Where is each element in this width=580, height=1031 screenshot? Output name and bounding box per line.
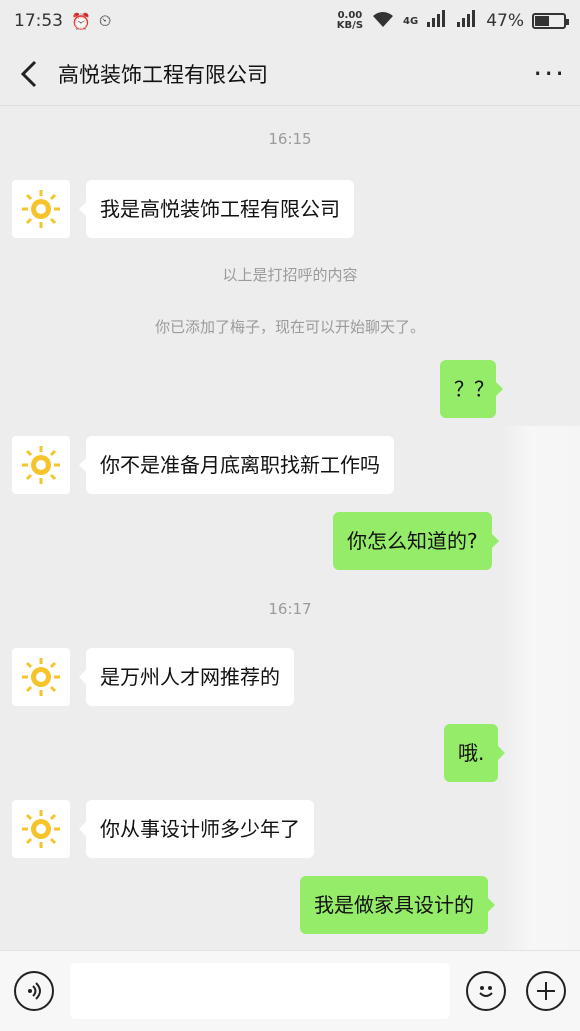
message-bubble-outgoing[interactable]: 我是做家具设计的 xyxy=(300,876,495,934)
voice-button[interactable] xyxy=(14,971,54,1011)
network-speed: 0.00 KB/S xyxy=(337,11,363,31)
notification-icon: ⏲ xyxy=(98,11,112,30)
message-bubble-outgoing[interactable]: ？？ xyxy=(440,360,503,418)
more-dots-icon: ··· xyxy=(533,57,566,90)
network-speed-unit: KB/S xyxy=(336,20,364,31)
sun-avatar-icon xyxy=(22,446,60,484)
alarm-icon: ⏰ xyxy=(71,11,91,31)
battery-percent: 47% xyxy=(486,11,524,31)
emoji-button[interactable] xyxy=(466,971,506,1011)
network-type: 4G xyxy=(403,15,419,27)
back-button[interactable] xyxy=(14,59,44,89)
chat-area[interactable]: 16:15 我是高悦装饰工程有限公司 以上是打招呼的内容 你已添加了梅子，现在可… xyxy=(0,106,580,1031)
battery-icon xyxy=(532,13,569,29)
message-bubble-incoming[interactable]: 你从事设计师多少年了 xyxy=(79,800,314,858)
message-bubble-incoming[interactable]: 你不是准备月底离职找新工作吗 xyxy=(79,436,394,494)
message-bubble-incoming[interactable]: 我是高悦装饰工程有限公司 xyxy=(79,180,354,238)
system-message: 以上是打招呼的内容 xyxy=(222,266,358,284)
plus-button[interactable] xyxy=(526,971,566,1011)
chevron-left-icon xyxy=(20,60,37,87)
avatar[interactable] xyxy=(12,180,70,238)
privacy-mask xyxy=(500,426,580,1031)
timestamp: 16:17 xyxy=(268,600,312,618)
status-bar: 17:53 ⏰ ⏲ 0.00 KB/S 4G 47% xyxy=(0,0,580,42)
avatar[interactable] xyxy=(12,436,70,494)
sun-avatar-icon xyxy=(22,658,60,696)
message-input[interactable] xyxy=(70,963,450,1019)
more-button[interactable]: ··· xyxy=(533,57,566,90)
wifi-icon xyxy=(371,10,395,33)
status-time: 17:53 xyxy=(14,11,63,31)
message-bubble-incoming[interactable]: 是万州人才网推荐的 xyxy=(79,648,294,706)
message-bubble-outgoing[interactable]: 哦. xyxy=(444,724,506,782)
input-bar xyxy=(0,950,580,1031)
sun-avatar-icon xyxy=(22,190,60,228)
system-message: 你已添加了梅子，现在可以开始聊天了。 xyxy=(154,318,425,336)
message-bubble-outgoing[interactable]: 你怎么知道的? xyxy=(333,512,499,570)
emoji-icon xyxy=(479,986,493,997)
avatar[interactable] xyxy=(12,800,70,858)
plus-icon xyxy=(537,982,555,1000)
sun-avatar-icon xyxy=(22,810,60,848)
timestamp: 16:15 xyxy=(268,130,312,148)
avatar[interactable] xyxy=(12,648,70,706)
chat-title: 高悦装饰工程有限公司 xyxy=(58,62,268,87)
signal-icon xyxy=(426,9,448,33)
chat-header: 高悦装饰工程有限公司 ··· xyxy=(0,42,580,106)
signal-icon-2 xyxy=(456,9,478,33)
voice-icon xyxy=(28,982,41,1000)
